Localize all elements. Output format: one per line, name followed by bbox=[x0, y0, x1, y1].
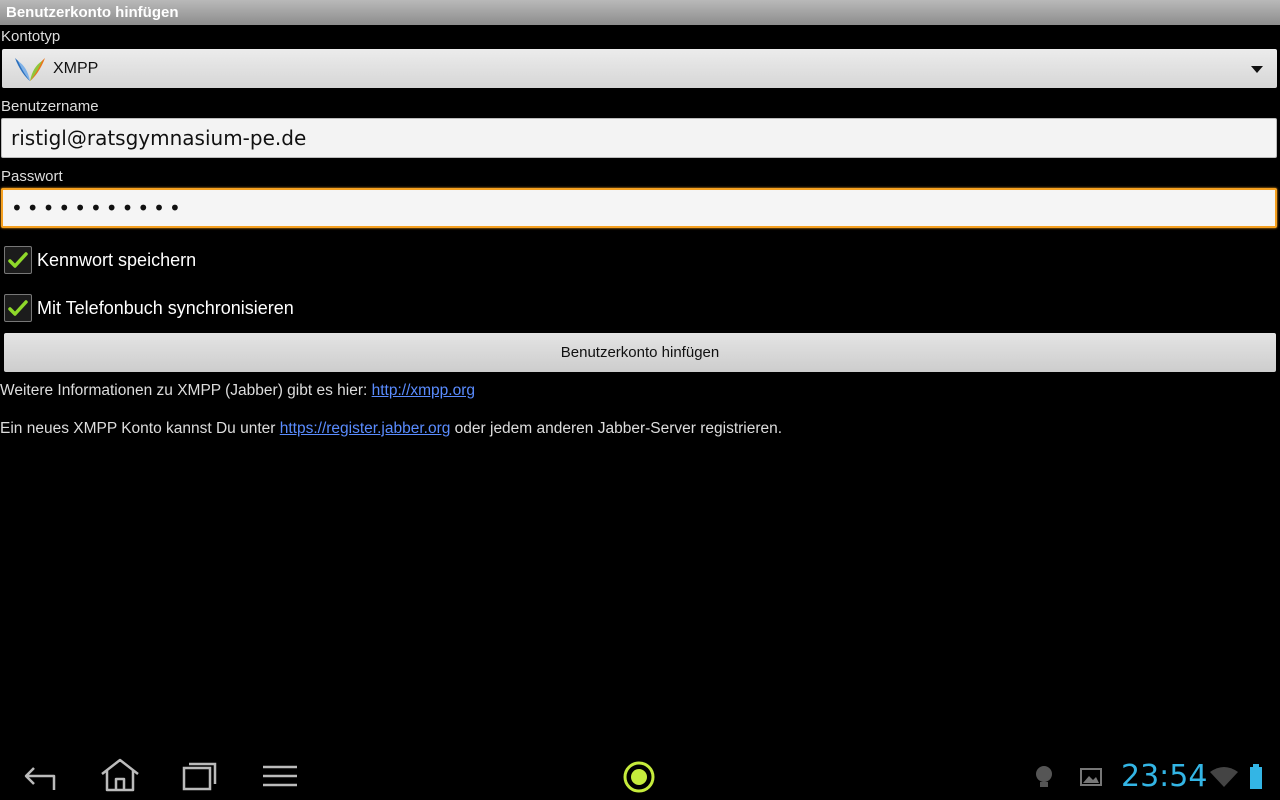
account-type-label: Kontotyp bbox=[1, 28, 61, 45]
lightbulb-icon[interactable] bbox=[1032, 764, 1056, 790]
xmpp-link[interactable]: http://xmpp.org bbox=[372, 382, 475, 399]
system-navigation-bar: 23:54 bbox=[0, 752, 1280, 800]
window-title: Benutzerkonto hinfügen bbox=[0, 0, 1280, 25]
username-field[interactable]: ristigl@ratsgymnasium-pe.de bbox=[1, 118, 1277, 158]
password-label: Passwort bbox=[1, 168, 63, 185]
save-password-row[interactable]: Kennwort speichern bbox=[4, 245, 196, 275]
xmpp-logo-icon bbox=[15, 58, 45, 81]
sync-phonebook-label: Mit Telefonbuch synchronisieren bbox=[37, 297, 294, 318]
checkmark-icon bbox=[8, 252, 28, 268]
add-account-button[interactable]: Benutzerkonto hinfügen bbox=[4, 333, 1276, 372]
account-type-value: XMPP bbox=[53, 60, 99, 77]
info-text: oder jedem anderen Jabber-Server registr… bbox=[450, 420, 783, 437]
username-label: Benutzername bbox=[1, 98, 99, 115]
password-field[interactable]: ••••••••••• bbox=[1, 188, 1277, 228]
info-text: Ein neues XMPP Konto kannst Du unter bbox=[0, 420, 280, 437]
chevron-down-icon bbox=[1251, 66, 1263, 73]
register-link[interactable]: https://register.jabber.org bbox=[280, 420, 451, 437]
sync-phonebook-checkbox[interactable] bbox=[4, 294, 32, 322]
app-notification-icon[interactable] bbox=[621, 759, 657, 795]
checkmark-icon bbox=[8, 300, 28, 316]
account-type-select[interactable]: XMPP bbox=[2, 49, 1277, 88]
info-text: Weitere Informationen zu XMPP (Jabber) g… bbox=[0, 382, 372, 399]
sync-phonebook-row[interactable]: Mit Telefonbuch synchronisieren bbox=[4, 293, 294, 323]
home-icon[interactable] bbox=[99, 757, 141, 793]
save-password-label: Kennwort speichern bbox=[37, 249, 197, 270]
clock[interactable]: 23:54 bbox=[1121, 757, 1207, 797]
wifi-icon bbox=[1210, 767, 1238, 787]
save-password-checkbox[interactable] bbox=[4, 246, 32, 274]
info-line-register: Ein neues XMPP Konto kannst Du unter htt… bbox=[0, 419, 782, 439]
menu-icon[interactable] bbox=[262, 764, 298, 788]
back-icon[interactable] bbox=[22, 760, 58, 792]
battery-icon bbox=[1250, 764, 1262, 789]
image-icon[interactable] bbox=[1079, 766, 1103, 788]
recent-apps-icon[interactable] bbox=[181, 760, 219, 792]
info-line-xmpp: Weitere Informationen zu XMPP (Jabber) g… bbox=[0, 381, 475, 401]
